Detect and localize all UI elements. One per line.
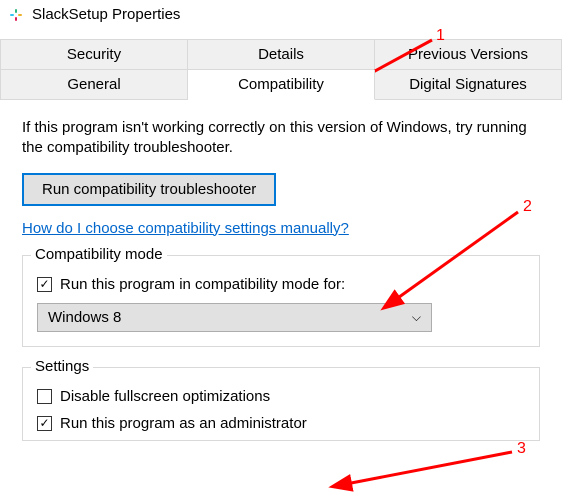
run-admin-checkbox[interactable] — [37, 416, 52, 431]
settings-group: Settings Disable fullscreen optimization… — [22, 367, 540, 441]
tab-previous-versions[interactable]: Previous Versions — [375, 39, 562, 70]
disable-fullscreen-checkbox[interactable] — [37, 389, 52, 404]
annotation-3: 3 — [517, 440, 526, 458]
annotation-2: 2 — [523, 198, 532, 216]
help-link[interactable]: How do I choose compatibility settings m… — [22, 220, 349, 237]
tab-details[interactable]: Details — [188, 39, 375, 70]
compat-mode-select[interactable]: Windows 8 ⌵ — [37, 303, 432, 332]
tab-compatibility[interactable]: Compatibility — [188, 70, 375, 100]
compat-mode-checkbox[interactable] — [37, 277, 52, 292]
tab-digital-signatures[interactable]: Digital Signatures — [375, 70, 562, 100]
tab-content: If this program isn't working correctly … — [0, 100, 562, 479]
run-troubleshooter-button[interactable]: Run compatibility troubleshooter — [22, 173, 276, 206]
chevron-down-icon: ⌵ — [412, 310, 421, 325]
intro-text: If this program isn't working correctly … — [22, 118, 540, 159]
annotation-1: 1 — [436, 27, 445, 45]
compat-mode-value: Windows 8 — [48, 309, 121, 326]
compat-mode-label: Run this program in compatibility mode f… — [60, 276, 345, 293]
window-title: SlackSetup Properties — [32, 6, 180, 23]
tab-strip: Security Details Previous Versions Gener… — [0, 39, 562, 100]
run-admin-label: Run this program as an administrator — [60, 415, 307, 432]
settings-group-label: Settings — [31, 358, 93, 375]
compat-group-label: Compatibility mode — [31, 246, 167, 263]
disable-fullscreen-label: Disable fullscreen optimizations — [60, 388, 270, 405]
tab-security[interactable]: Security — [0, 39, 188, 70]
tab-general[interactable]: General — [0, 70, 188, 100]
slack-icon — [8, 7, 24, 23]
compatibility-mode-group: Compatibility mode Run this program in c… — [22, 255, 540, 347]
title-bar: SlackSetup Properties — [0, 0, 562, 31]
